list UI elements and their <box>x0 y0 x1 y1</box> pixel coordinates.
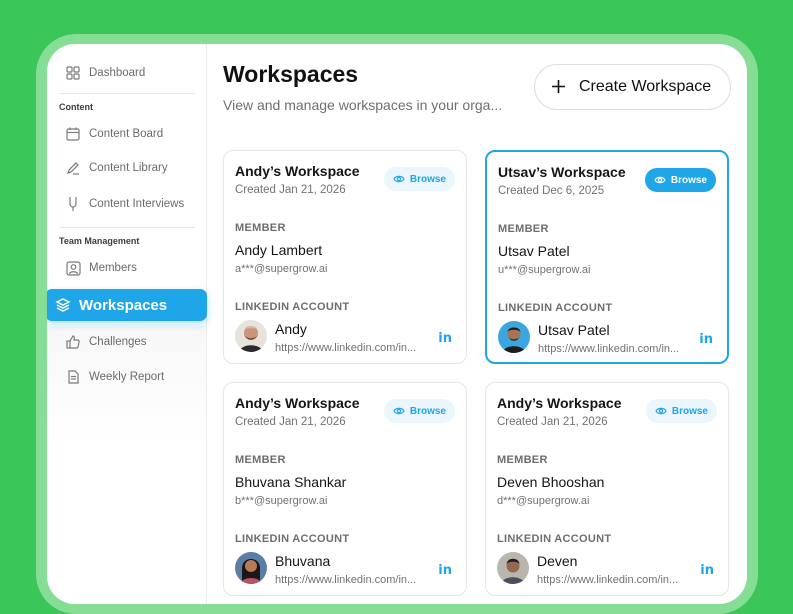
avatar <box>235 552 267 584</box>
eye-icon <box>393 405 405 417</box>
create-workspace-label: Create Workspace <box>579 78 712 95</box>
sidebar-item-weekly-report[interactable]: Weekly Report <box>55 362 164 392</box>
member-email: b***@supergrow.ai <box>235 495 328 507</box>
browse-label: Browse <box>409 173 446 185</box>
member-email: d***@supergrow.ai <box>497 495 590 507</box>
browse-button[interactable]: Browse <box>645 399 717 423</box>
section-label-team: Team Management <box>59 236 140 246</box>
member-name: Utsav Patel <box>498 243 570 259</box>
sidebar-item-label: Content Board <box>89 128 164 140</box>
avatar <box>498 321 530 353</box>
linkedin-icon[interactable]: in <box>438 563 452 578</box>
linkedin-icon[interactable]: in <box>438 331 452 346</box>
main-content: Workspaces View and manage workspaces in… <box>207 44 747 604</box>
linkedin-name: Andy <box>275 321 307 337</box>
divider <box>59 93 195 94</box>
pen-icon <box>65 160 81 176</box>
linkedin-url[interactable]: https://www.linkedin.com/in... <box>275 574 416 586</box>
workspace-created-date: Created Jan 21, 2026 <box>497 416 608 428</box>
workspace-card[interactable]: Andy’s Workspace Created Jan 21, 2026 Br… <box>485 382 729 596</box>
grid-icon <box>65 65 81 81</box>
sidebar-item-content-library[interactable]: Content Library <box>55 153 168 183</box>
divider <box>59 227 195 228</box>
member-name: Deven Bhooshan <box>497 474 605 490</box>
member-label: MEMBER <box>235 454 286 466</box>
app-window: Dashboard Content Content Board Content … <box>47 44 747 604</box>
calendar-icon <box>65 126 81 142</box>
linkedin-account-label: LINKEDIN ACCOUNT <box>497 533 612 545</box>
browse-label: Browse <box>409 405 446 417</box>
create-workspace-button[interactable]: Create Workspace <box>534 64 731 110</box>
workspace-card[interactable]: Andy’s Workspace Created Jan 21, 2026 Br… <box>223 382 467 596</box>
user-card-icon <box>65 260 81 276</box>
browse-button[interactable]: Browse <box>383 167 455 191</box>
sidebar-item-label: Members <box>89 262 137 274</box>
sidebar-item-label: Challenges <box>89 336 147 348</box>
avatar <box>497 552 529 584</box>
page-title: Workspaces <box>223 61 359 87</box>
sidebar-item-label: Content Library <box>89 162 168 174</box>
avatar <box>235 320 267 352</box>
workspace-name: Andy’s Workspace <box>497 395 622 411</box>
linkedin-url[interactable]: https://www.linkedin.com/in... <box>537 574 678 586</box>
sidebar-item-label: Weekly Report <box>89 371 165 383</box>
layers-icon <box>55 297 71 313</box>
sidebar-item-content-board[interactable]: Content Board <box>55 119 163 149</box>
linkedin-account-label: LINKEDIN ACCOUNT <box>235 301 350 313</box>
linkedin-name: Bhuvana <box>275 553 331 569</box>
workspace-name: Andy’s Workspace <box>235 395 360 411</box>
member-label: MEMBER <box>497 454 548 466</box>
thumbs-up-icon <box>65 334 81 350</box>
microphone-icon <box>65 196 81 212</box>
plus-icon <box>551 79 567 95</box>
eye-icon <box>654 174 666 186</box>
eye-icon <box>393 173 405 185</box>
member-name: Andy Lambert <box>235 242 323 258</box>
linkedin-name: Deven <box>537 553 578 569</box>
browse-button[interactable]: Browse <box>644 168 716 192</box>
workspace-card[interactable]: Utsav’s Workspace Created Dec 6, 2025 Br… <box>485 150 729 364</box>
sidebar-item-content-interviews[interactable]: Content Interviews <box>55 189 184 219</box>
member-name: Bhuvana Shankar <box>235 474 347 490</box>
linkedin-account-label: LINKEDIN ACCOUNT <box>498 302 613 314</box>
workspace-name: Utsav’s Workspace <box>498 164 626 180</box>
eye-icon <box>655 405 667 417</box>
sidebar-item-label: Content Interviews <box>89 198 185 210</box>
member-email: u***@supergrow.ai <box>498 264 591 276</box>
linkedin-account-label: LINKEDIN ACCOUNT <box>235 533 350 545</box>
linkedin-icon[interactable]: in <box>699 332 713 347</box>
member-label: MEMBER <box>498 223 549 235</box>
sidebar: Dashboard Content Content Board Content … <box>47 44 207 604</box>
sidebar-item-label: Dashboard <box>89 67 146 79</box>
section-label-content: Content <box>59 102 93 112</box>
sidebar-item-challenges[interactable]: Challenges <box>55 327 147 357</box>
sidebar-item-dashboard[interactable]: Dashboard <box>55 58 145 88</box>
linkedin-name: Utsav Patel <box>538 322 610 338</box>
member-label: MEMBER <box>235 222 286 234</box>
workspace-card[interactable]: Andy’s Workspace Created Jan 21, 2026 Br… <box>223 150 467 364</box>
member-email: a***@supergrow.ai <box>235 263 328 275</box>
document-icon <box>65 369 81 385</box>
workspace-name: Andy’s Workspace <box>235 163 360 179</box>
sidebar-item-label: Workspaces <box>79 296 168 314</box>
sidebar-item-members[interactable]: Members <box>55 253 137 283</box>
linkedin-icon[interactable]: in <box>700 563 714 578</box>
page-subtitle: View and manage workspaces in your orga.… <box>223 97 503 113</box>
browse-label: Browse <box>670 174 707 186</box>
workspace-created-date: Created Dec 6, 2025 <box>498 185 605 197</box>
browse-label: Browse <box>671 405 708 417</box>
linkedin-url[interactable]: https://www.linkedin.com/in... <box>275 342 416 354</box>
sidebar-item-workspaces[interactable]: Workspaces <box>47 289 207 321</box>
workspace-created-date: Created Jan 21, 2026 <box>235 416 346 428</box>
workspace-created-date: Created Jan 21, 2026 <box>235 184 346 196</box>
browse-button[interactable]: Browse <box>383 399 455 423</box>
linkedin-url[interactable]: https://www.linkedin.com/in... <box>538 343 679 355</box>
